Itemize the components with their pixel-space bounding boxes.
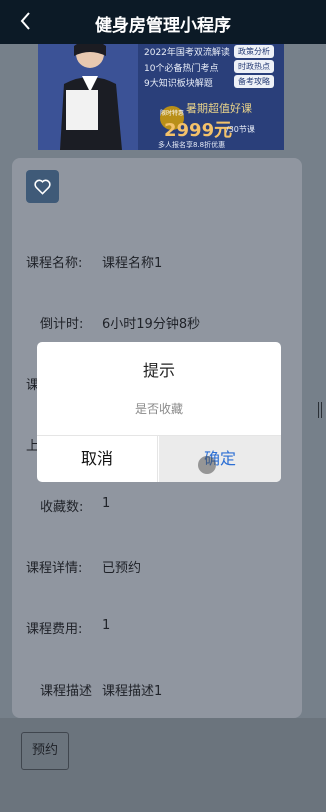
banner-line: 10个必备热门考点 <box>144 64 219 74</box>
dialog-title: 提示 <box>142 361 175 380</box>
dialog-button-row: 取消 确定 <box>37 435 281 482</box>
course-name-value: 课程名称1 <box>102 256 163 271</box>
page-title: 健身房管理小程序 <box>95 16 231 36</box>
touch-indicator <box>198 456 216 474</box>
favorites-count-label: 收藏数: <box>40 500 84 515</box>
banner-line: 2022年国考双流解读 <box>144 48 230 58</box>
navbar: 健身房管理小程序 <box>0 0 326 44</box>
course-description-label: 课程描述 <box>40 684 93 699</box>
banner-price: 2999元 <box>164 120 233 141</box>
banner-tag: 政策分析 <box>234 45 274 58</box>
heart-icon <box>34 179 51 195</box>
favorites-count-value: 1 <box>102 496 111 511</box>
course-fee-value: 1 <box>102 618 111 633</box>
course-fee-label: 课程费用: <box>26 622 83 637</box>
countdown-label: 倒计时: <box>40 317 84 332</box>
course-detail-value: 已预约 <box>102 561 142 576</box>
banner-line: 9大知识板块解题 <box>144 79 213 89</box>
countdown-value: 6小时19分钟8秒 <box>102 317 201 332</box>
favorite-button[interactable] <box>26 170 59 203</box>
course-description-value: 课程描述1 <box>102 684 163 699</box>
confirm-dialog: 提示 是否收藏 取消 确定 <box>37 342 281 482</box>
course-name-label: 课程名称: <box>26 256 83 271</box>
banner-footnote: 多人报名享8.8折优惠 <box>158 141 226 149</box>
banner-tag: 时政热点 <box>234 60 274 73</box>
scroll-handle[interactable] <box>318 402 324 418</box>
banner-promo: 暑期超值好课 <box>186 102 252 115</box>
course-banner-image: 2022年国考双流解读 10个必备热门考点 9大知识板块解题 政策分析 时政热点… <box>38 44 284 150</box>
course-detail-label: 课程详情: <box>26 561 83 576</box>
dialog-message: 是否收藏 <box>134 402 183 416</box>
banner-tag: 备考攻略 <box>234 75 274 88</box>
confirm-button[interactable]: 确定 <box>159 436 281 482</box>
presenter-illustration <box>38 44 138 150</box>
cancel-button[interactable]: 取消 <box>37 436 158 482</box>
reserve-button[interactable]: 预约 <box>21 732 69 770</box>
banner-lessons: /30节课 <box>226 125 255 134</box>
